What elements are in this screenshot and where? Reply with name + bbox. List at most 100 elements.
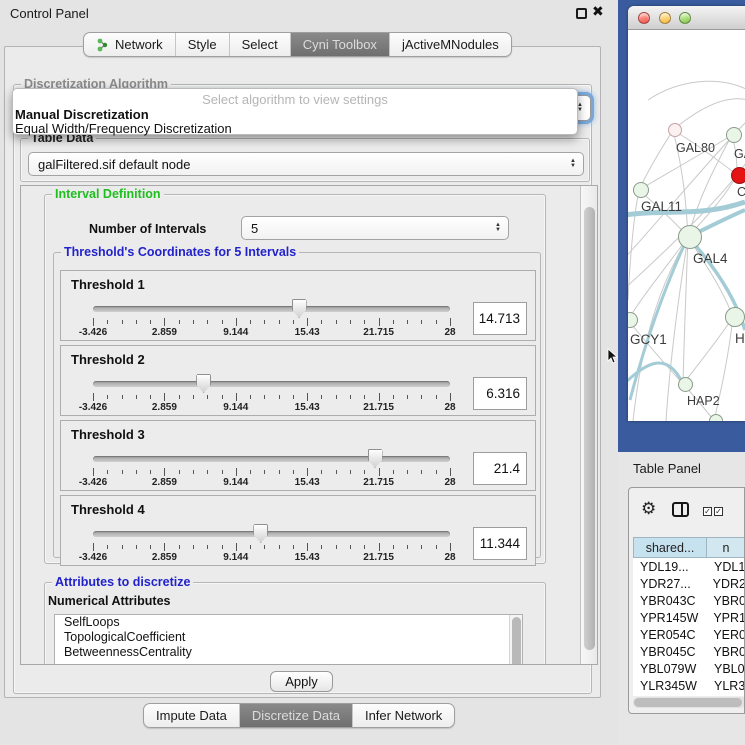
table-row[interactable]: YLR345WYLR3: [633, 677, 745, 694]
tab-style-label: Style: [188, 37, 217, 52]
attribute-items: SelfLoopsTopologicalCoefficientBetweenne…: [55, 615, 522, 660]
cell-shared-name: YBL079W: [633, 662, 709, 676]
tab-style[interactable]: Style: [176, 33, 230, 56]
slider-handle[interactable]: [196, 374, 211, 393]
table-horizontal-scrollbar[interactable]: [633, 697, 745, 708]
slider-handle[interactable]: [292, 299, 307, 318]
tab-cyni-toolbox[interactable]: Cyni Toolbox: [291, 33, 390, 56]
table-body[interactable]: YDL19...YDL1YDR27...YDR2YBR043CYBR0YPR14…: [633, 558, 745, 696]
slider-tick-label: 21.715: [363, 552, 394, 563]
threshold-value-field[interactable]: 11.344: [473, 527, 527, 560]
network-node[interactable]: [678, 377, 693, 392]
threshold-slider[interactable]: -3.4262.8599.14415.4321.71528: [93, 376, 450, 414]
table-panel-title: Table Panel: [633, 461, 701, 476]
network-node[interactable]: [678, 225, 702, 249]
table-row[interactable]: YBR043CYBR0: [633, 592, 745, 609]
network-canvas[interactable]: GAL80GACGAL11GAL4GCY1HHAP2: [628, 30, 745, 421]
table-row[interactable]: YIL052CYIL0: [633, 694, 745, 696]
tab-impute-data[interactable]: Impute Data: [144, 704, 240, 727]
cell-name: YER0: [708, 628, 745, 642]
network-node[interactable]: [725, 307, 745, 327]
table-row[interactable]: YBL079WYBL0: [633, 660, 745, 677]
tab-infer-network[interactable]: Infer Network: [353, 704, 454, 727]
network-window-titlebar[interactable]: [628, 6, 745, 30]
table-row[interactable]: YDR27...YDR2: [633, 575, 745, 592]
threshold-label: Threshold 2: [71, 352, 145, 367]
slider-track[interactable]: [93, 456, 450, 462]
zoom-traffic-light[interactable]: [679, 12, 691, 24]
table-header-row: shared... n: [633, 537, 745, 558]
minimize-traffic-light[interactable]: [659, 12, 671, 24]
checkbox-icon[interactable]: ✓: [714, 507, 723, 516]
tab-network[interactable]: Network: [84, 33, 176, 56]
slider-tick-label: 2.859: [152, 402, 177, 413]
network-icon: [96, 38, 109, 52]
tab-select[interactable]: Select: [230, 33, 291, 56]
slider-track[interactable]: [93, 381, 450, 387]
number-of-intervals-combobox[interactable]: 5 ▲▼: [241, 216, 509, 240]
network-node[interactable]: [668, 123, 682, 137]
close-icon[interactable]: ✖: [592, 3, 604, 20]
tab-discretize-data[interactable]: Discretize Data: [240, 704, 353, 727]
attribute-item[interactable]: TopologicalCoefficient: [55, 630, 522, 645]
threshold-value-field[interactable]: 14.713: [473, 302, 527, 335]
apply-button[interactable]: Apply: [270, 671, 333, 692]
slider-handle[interactable]: [253, 524, 268, 543]
interval-definition-group: Interval Definition Number of Intervals …: [44, 194, 546, 564]
control-panel-tabbar: Network Style Select Cyni Toolbox jActiv…: [83, 32, 512, 57]
settings-scrollbar-thumb[interactable]: [584, 207, 595, 650]
network-node[interactable]: [633, 182, 649, 198]
cell-name: YIL0: [709, 696, 740, 697]
attributes-scrollbar[interactable]: [509, 615, 522, 664]
cell-name: YDR2: [708, 577, 745, 591]
slider-handle[interactable]: [368, 449, 383, 468]
threshold-slider[interactable]: -3.4262.8599.14415.4321.71528: [93, 451, 450, 489]
tab-jactivemnodules[interactable]: jActiveMNodules: [390, 33, 511, 56]
gear-icon[interactable]: ⚙: [641, 499, 656, 519]
column-header-name[interactable]: n: [707, 537, 745, 558]
threshold-panel: Threshold 2 -3.4262.8599.14415.4321.71528…: [60, 345, 536, 416]
slider-tick-label: -3.426: [79, 477, 107, 488]
table-data-combobox[interactable]: galFiltered.sif default node ▲▼: [28, 152, 584, 176]
algorithm-prompt-item[interactable]: Select algorithm to view settings: [13, 92, 577, 107]
interval-definition-group-title: Interval Definition: [52, 187, 164, 201]
threshold-slider[interactable]: -3.4262.8599.14415.4321.71528: [93, 301, 450, 339]
attribute-item[interactable]: BetweennessCentrality: [55, 645, 522, 660]
right-pane: GAL80GACGAL11GAL4GCY1HHAP2 Table Panel ⚙…: [618, 0, 745, 745]
menu-item-manual-discretization[interactable]: Manual Discretization: [15, 107, 149, 122]
network-node[interactable]: [709, 414, 723, 421]
slider-tick-label: 21.715: [363, 327, 394, 338]
close-traffic-light[interactable]: [638, 12, 650, 24]
settings-vertical-scrollbar[interactable]: [580, 186, 597, 664]
table-row[interactable]: YER054CYER0: [633, 626, 745, 643]
slider-track[interactable]: [93, 306, 450, 312]
combo-arrows-icon: ▲▼: [570, 159, 576, 169]
attributes-scrollbar-thumb[interactable]: [512, 617, 521, 664]
threshold-value-field[interactable]: 21.4: [473, 452, 527, 485]
table-row[interactable]: YDL19...YDL1: [633, 558, 745, 575]
network-view-window: GAL80GACGAL11GAL4GCY1HHAP2: [628, 6, 745, 421]
menu-item-equal-width-frequency[interactable]: Equal Width/Frequency Discretization: [15, 121, 232, 136]
slider-track[interactable]: [93, 531, 450, 537]
cell-shared-name: YDL19...: [633, 560, 709, 574]
table-row[interactable]: YPR145WYPR1: [633, 609, 745, 626]
network-node[interactable]: [726, 127, 742, 143]
tab-impute-data-label: Impute Data: [156, 708, 227, 723]
slider-tick-label: 15.43: [295, 402, 320, 413]
thresholds-group-title: Threshold's Coordinates for 5 Intervals: [61, 245, 299, 259]
table-row[interactable]: YBR045CYBR0: [633, 643, 745, 660]
attribute-item[interactable]: SelfLoops: [55, 615, 522, 630]
table-hscrollbar-thumb[interactable]: [634, 698, 742, 707]
network-node[interactable]: [731, 167, 745, 184]
slider-tick-label: -3.426: [79, 552, 107, 563]
column-header-shared-name[interactable]: shared...: [633, 537, 707, 558]
float-window-icon[interactable]: [576, 8, 587, 19]
threshold-label: Threshold 1: [71, 277, 145, 292]
checkbox-icon[interactable]: ✓: [703, 507, 712, 516]
threshold-value-field[interactable]: 6.316: [473, 377, 527, 410]
slider-tick-label: 9.144: [223, 552, 248, 563]
numerical-attributes-listbox[interactable]: SelfLoopsTopologicalCoefficientBetweenne…: [54, 614, 523, 664]
threshold-slider[interactable]: -3.4262.8599.14415.4321.71528: [93, 526, 450, 564]
slider-ticks: [93, 393, 450, 401]
split-columns-icon[interactable]: [672, 502, 689, 517]
